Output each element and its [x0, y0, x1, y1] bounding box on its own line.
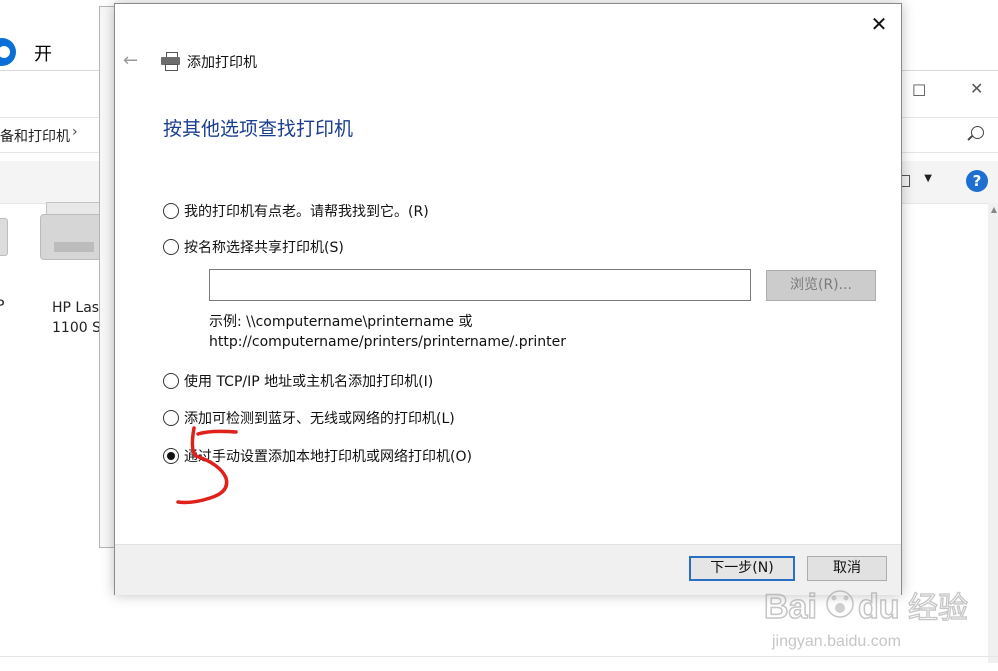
divider — [0, 656, 998, 657]
option-tcpip[interactable]: 使用 TCP/IP 地址或主机名添加打印机(I) — [163, 371, 433, 391]
watermark-url: jingyan.baidu.com — [772, 633, 901, 650]
page-heading: 按其他选项查找打印机 — [163, 118, 354, 140]
option-bluetooth-wireless[interactable]: 添加可检测到蓝牙、无线或网络的打印机(L) — [163, 408, 455, 428]
close-icon[interactable]: ✕ — [970, 79, 983, 98]
dialog-title: 添加打印机 — [187, 55, 257, 71]
help-icon[interactable]: ? — [966, 170, 988, 192]
radio-button[interactable] — [163, 203, 179, 219]
option-label[interactable]: 我的打印机有点老。请帮我找到它。(R) — [184, 204, 429, 220]
back-arrow-icon[interactable]: ← — [123, 50, 138, 71]
search-icon[interactable] — [971, 126, 984, 139]
option-label[interactable]: 添加可检测到蓝牙、无线或网络的打印机(L) — [184, 411, 455, 427]
toggle-label: 开 — [34, 44, 52, 65]
example-text: 示例: \\computername\printername 或 http://… — [209, 312, 566, 352]
radio-button[interactable] — [163, 373, 179, 389]
breadcrumb[interactable]: 备和打印机 — [0, 126, 70, 146]
close-button[interactable]: ✕ — [867, 12, 891, 36]
browse-button[interactable]: 浏览(R)... — [766, 270, 876, 301]
option-shared-by-name[interactable]: 按名称选择共享打印机(S) — [163, 237, 344, 257]
option-label[interactable]: 使用 TCP/IP 地址或主机名添加打印机(I) — [184, 374, 433, 390]
next-button[interactable]: 下一步(N) — [689, 556, 795, 581]
printer-device-icon[interactable] — [0, 218, 8, 256]
chevron-right-icon[interactable]: › — [72, 124, 78, 140]
shared-printer-name-input[interactable] — [209, 269, 751, 301]
example-line-2: http://computername/printers/printername… — [209, 334, 567, 350]
option-old-printer[interactable]: 我的打印机有点老。请帮我找到它。(R) — [163, 201, 429, 221]
option-label[interactable]: 通过手动设置添加本地打印机或网络打印机(O) — [184, 449, 472, 465]
cancel-button[interactable]: 取消 — [807, 556, 887, 581]
radio-button[interactable] — [163, 239, 179, 255]
toggle-switch[interactable] — [0, 38, 16, 66]
scroll-up-icon[interactable]: ▲ — [991, 205, 997, 214]
device-label[interactable]: HP Las 1100 S — [52, 298, 101, 338]
device-label: P — [0, 298, 5, 314]
chevron-down-icon[interactable]: ▼ — [924, 173, 932, 184]
option-label[interactable]: 按名称选择共享打印机(S) — [184, 240, 344, 256]
add-printer-dialog: ✕ ← 添加打印机 按其他选项查找打印机 我的打印机有点老。请帮我找到它。(R)… — [114, 3, 902, 595]
example-line-1: 示例: \\computername\printername 或 — [209, 314, 473, 330]
maximize-icon[interactable]: ☐ — [912, 81, 926, 100]
scrollbar[interactable] — [988, 203, 998, 663]
radio-button[interactable] — [163, 410, 179, 426]
option-manual-local[interactable]: 通过手动设置添加本地打印机或网络打印机(O) — [163, 446, 472, 466]
printer-icon — [161, 52, 181, 71]
radio-button-selected[interactable] — [163, 448, 179, 464]
